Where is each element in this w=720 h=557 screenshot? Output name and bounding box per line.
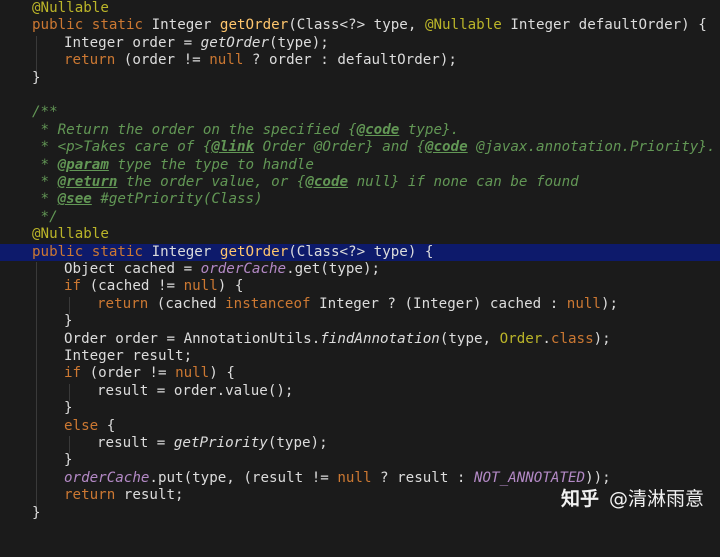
code-line[interactable]: } <box>0 70 720 87</box>
closing-brace: } <box>64 400 73 417</box>
code-text: else { <box>64 417 116 434</box>
code-line[interactable]: public static Integer getOrder(Class<?> … <box>0 17 720 34</box>
code-line[interactable]: else { <box>0 418 720 435</box>
watermark-logo: 知乎 <box>560 488 599 510</box>
code-text: return (order != null ? order : defaultO… <box>64 52 457 69</box>
code-line[interactable]: } <box>0 452 720 469</box>
code-line[interactable]: if (order != null) { <box>0 365 720 382</box>
javadoc-line: * @return the order value, or {@code nul… <box>32 174 579 190</box>
javadoc-line: /** <box>32 104 58 121</box>
code-text: if (order != null) { <box>64 365 235 382</box>
code-text: orderCache.put(type, (result != null ? r… <box>64 469 611 486</box>
code-text: return (cached instanceof Integer ? (Int… <box>97 295 619 312</box>
code-line[interactable]: return (order != null ? order : defaultO… <box>0 52 720 69</box>
closing-brace: } <box>32 69 41 86</box>
code-line[interactable]: Order order = AnnotationUtils.findAnnota… <box>0 331 720 348</box>
watermark-author: @清淋雨意 <box>608 488 704 510</box>
lightbulb-icon[interactable] <box>8 227 71 259</box>
javadoc-line: */ <box>32 208 58 225</box>
code-text: Order order = AnnotationUtils.findAnnota… <box>64 330 611 347</box>
method-signature: public static Integer getOrder(Class<?> … <box>32 17 707 34</box>
code-text: Integer order = getOrder(type); <box>64 34 329 51</box>
code-line[interactable]: * @see #getPriority(Class) <box>0 191 720 208</box>
closing-brace: } <box>64 452 73 469</box>
code-line[interactable]: Integer result; <box>0 348 720 365</box>
code-line[interactable]: * @return the order value, or {@code nul… <box>0 174 720 191</box>
code-text: Object cached = orderCache.get(type); <box>64 261 381 277</box>
javadoc-line: * <p>Takes care of {@link Order @Order} … <box>32 139 716 156</box>
closing-brace: } <box>32 504 41 521</box>
code-line[interactable]: result = order.value(); <box>0 383 720 400</box>
code-text: result = getPriority(type); <box>97 435 328 451</box>
code-editor[interactable]: @Nullable public static Integer getOrder… <box>0 0 720 529</box>
code-line[interactable]: return (cached instanceof Integer ? (Int… <box>0 296 720 313</box>
code-line[interactable]: if (cached != null) { <box>0 278 720 295</box>
javadoc-line: * Return the order on the specified {@co… <box>32 121 460 138</box>
code-text: return result; <box>64 487 184 504</box>
code-line[interactable]: @Nullable <box>0 226 720 259</box>
code-line[interactable]: Integer order = getOrder(type); <box>0 35 720 52</box>
code-text: Integer result; <box>64 348 193 364</box>
method-signature: public static Integer getOrder(Class<?> … <box>32 243 434 260</box>
javadoc-line: * @param type the type to handle <box>32 156 314 173</box>
code-line[interactable]: * <p>Takes care of {@link Order @Order} … <box>0 139 720 156</box>
code-line[interactable]: /** <box>0 104 720 121</box>
code-line[interactable]: @Nullable <box>0 0 720 17</box>
code-line[interactable]: } <box>0 400 720 417</box>
javadoc-line: * @see #getPriority(Class) <box>32 191 263 208</box>
code-line[interactable]: result = getPriority(type); <box>0 435 720 452</box>
code-line[interactable]: * Return the order on the specified {@co… <box>0 122 720 139</box>
code-line[interactable]: */ <box>0 209 720 226</box>
current-line[interactable]: public static Integer getOrder(Class<?> … <box>0 243 720 261</box>
code-line[interactable]: Object cached = orderCache.get(type); <box>0 261 720 278</box>
code-line[interactable]: * @param type the type to handle <box>0 157 720 174</box>
closing-brace: } <box>64 313 73 330</box>
code-text: result = order.value(); <box>97 382 294 399</box>
annotation-text: @Nullable <box>32 226 109 243</box>
annotation-text: @Nullable <box>32 0 109 16</box>
code-line[interactable]: } <box>0 313 720 330</box>
code-text: if (cached != null) { <box>64 278 244 295</box>
watermark: 知乎 @清淋雨意 <box>561 484 704 511</box>
